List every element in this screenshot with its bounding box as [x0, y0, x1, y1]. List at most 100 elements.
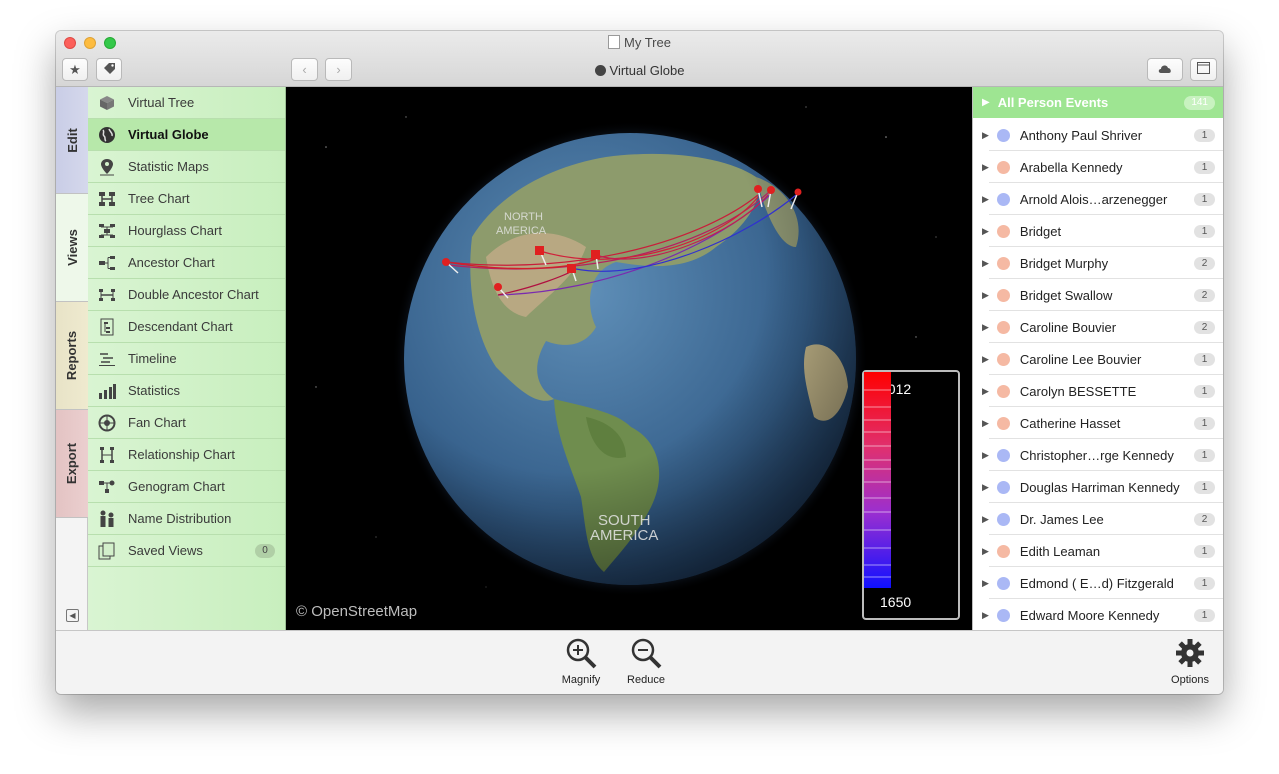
disclosure-triangle-icon[interactable]: ▶: [982, 322, 989, 333]
person-name: Bridget Swallow: [1019, 287, 1113, 303]
globe-icon: [594, 65, 606, 76]
disclosure-triangle-icon[interactable]: ▶: [982, 578, 989, 589]
person-row[interactable]: ▶ Catherine Hasset 1: [973, 407, 1223, 439]
window-title: My Tree: [56, 35, 1223, 50]
sidebar-item-label: Relationship Chart: [128, 447, 235, 462]
sidebar-item-label: Timeline: [128, 351, 177, 366]
sidebar-item-label: Genogram Chart: [128, 479, 225, 494]
tab-reports[interactable]: Reports: [56, 302, 88, 410]
disclosure-triangle-icon[interactable]: ▶: [982, 450, 989, 461]
disclosure-triangle-icon[interactable]: ▶: [982, 226, 989, 237]
sidebar-item-name-distribution[interactable]: Name Distribution: [88, 503, 285, 535]
person-row[interactable]: ▶ Christopher…rge Kennedy 1: [973, 439, 1223, 471]
person-row[interactable]: ▶ Edward Moore Kennedy 1: [973, 599, 1223, 631]
sidebar-item-fan-chart[interactable]: Fan Chart: [88, 407, 285, 439]
sidebar-item-label: Hourglass Chart: [128, 223, 222, 238]
person-name: Bridget Murphy: [1019, 255, 1109, 271]
person-row[interactable]: ▶ Caroline Bouvier 2: [973, 311, 1223, 343]
all-person-events-row[interactable]: ▶ All Person Events 141: [973, 87, 1223, 118]
reduce-label: Reduce: [627, 674, 665, 686]
descendant-chart-icon: [97, 317, 117, 337]
disclosure-triangle-icon[interactable]: ▶: [982, 97, 990, 108]
sidebar-item-hourglass-chart[interactable]: Hourglass Chart: [88, 215, 285, 247]
sidebar-item-ancestor-chart[interactable]: Ancestor Chart: [88, 247, 285, 279]
sidebar-item-label: Saved Views: [128, 543, 203, 558]
disclosure-triangle-icon[interactable]: ▶: [982, 354, 989, 365]
tab-export[interactable]: Export: [56, 410, 88, 518]
sidebar-item-label: Double Ancestor Chart: [128, 287, 259, 302]
continent-label-south-america: AMERICA: [590, 527, 658, 544]
sidebar-item-label: Statistic Maps: [128, 159, 209, 174]
continent-label-america: AMERICA: [496, 225, 547, 237]
person-row[interactable]: ▶ Edith Leaman 1: [973, 535, 1223, 567]
cloud-button[interactable]: [1147, 58, 1183, 81]
genogram-chart-icon: [97, 477, 117, 497]
bottom-toolbar: Magnify Reduce Options: [56, 630, 1223, 694]
sidebar-item-double-ancestor-chart[interactable]: Double Ancestor Chart: [88, 279, 285, 311]
sidebar-item-saved-views[interactable]: Saved Views 0: [88, 535, 285, 567]
toggle-panel-button[interactable]: [1190, 58, 1217, 81]
magnify-button[interactable]: Magnify: [551, 637, 611, 686]
disclosure-triangle-icon[interactable]: ▶: [982, 418, 989, 429]
triangle-left-icon: ◀: [69, 611, 76, 620]
male-indicator-icon: [996, 512, 1010, 526]
person-row[interactable]: ▶ Anthony Paul Shriver 1: [973, 119, 1223, 151]
sidebar-item-virtual-globe[interactable]: Virtual Globe: [88, 119, 285, 151]
sidebar-item-statistic-maps[interactable]: Statistic Maps: [88, 151, 285, 183]
title-bar: My Tree ★ ‹ › Virtual Globe: [56, 31, 1223, 87]
person-row[interactable]: ▶ Bridget Murphy 2: [973, 247, 1223, 279]
event-count-badge: 1: [1194, 577, 1215, 590]
all-person-events-label: All Person Events: [997, 95, 1109, 110]
cloud-icon: [1157, 62, 1173, 77]
disclosure-triangle-icon[interactable]: ▶: [982, 386, 989, 397]
reduce-button[interactable]: Reduce: [616, 637, 676, 686]
female-indicator-icon: [996, 416, 1010, 430]
sidebar-item-genogram-chart[interactable]: Genogram Chart: [88, 471, 285, 503]
disclosure-triangle-icon[interactable]: ▶: [982, 162, 989, 173]
person-row[interactable]: ▶ Bridget 1: [973, 215, 1223, 247]
person-row[interactable]: ▶ Arnold Alois…arzenegger 1: [973, 183, 1223, 215]
sidebar-item-descendant-chart[interactable]: Descendant Chart: [88, 311, 285, 343]
disclosure-triangle-icon[interactable]: ▶: [982, 514, 989, 525]
sidebar-item-timeline[interactable]: Timeline: [88, 343, 285, 375]
disclosure-triangle-icon[interactable]: ▶: [982, 290, 989, 301]
person-row[interactable]: ▶ Carolyn BESSETTE 1: [973, 375, 1223, 407]
disclosure-triangle-icon[interactable]: ▶: [982, 546, 989, 557]
person-row[interactable]: ▶ Bridget Swallow 2: [973, 279, 1223, 311]
disclosure-triangle-icon[interactable]: ▶: [982, 130, 989, 141]
person-name: Carolyn BESSETTE: [1019, 383, 1137, 399]
year-legend: 2012 1650: [862, 370, 960, 620]
disclosure-triangle-icon[interactable]: ▶: [982, 258, 989, 269]
person-row[interactable]: ▶ Caroline Lee Bouvier 1: [973, 343, 1223, 375]
statistics-icon: [97, 381, 117, 401]
person-row[interactable]: ▶ Arabella Kennedy 1: [973, 151, 1223, 183]
disclosure-triangle-icon[interactable]: ▶: [982, 482, 989, 493]
globe-icon: [97, 125, 117, 145]
collapse-sidebar-button[interactable]: ◀: [66, 609, 79, 622]
ancestor-chart-icon: [97, 253, 117, 273]
tab-edit[interactable]: Edit: [56, 87, 88, 194]
event-count-badge: 1: [1194, 417, 1215, 430]
tab-views[interactable]: Views: [56, 194, 88, 302]
sidebar-item-tree-chart[interactable]: Tree Chart: [88, 183, 285, 215]
person-row[interactable]: ▶ Douglas Harriman Kennedy 1: [973, 471, 1223, 503]
virtual-globe-map[interactable]: NORTH AMERICA SOUTH AMERICA © OpenStreet…: [286, 87, 972, 630]
sidebar-item-statistics[interactable]: Statistics: [88, 375, 285, 407]
options-button[interactable]: Options: [1160, 637, 1220, 686]
zoom-in-icon: [551, 637, 611, 669]
male-indicator-icon: [996, 608, 1010, 622]
person-name: Caroline Lee Bouvier: [1019, 351, 1142, 367]
event-count-badge: 1: [1194, 225, 1215, 238]
view-title-text: Virtual Globe: [609, 63, 685, 78]
disclosure-triangle-icon[interactable]: ▶: [982, 610, 989, 621]
person-row[interactable]: ▶ Edmond ( E…d) Fitzgerald 1: [973, 567, 1223, 599]
sidebar-item-virtual-tree[interactable]: Virtual Tree: [88, 87, 285, 119]
person-row[interactable]: ▶ Dr. James Lee 2: [973, 503, 1223, 535]
disclosure-triangle-icon[interactable]: ▶: [982, 194, 989, 205]
male-indicator-icon: [996, 480, 1010, 494]
sidebar-item-relationship-chart[interactable]: Relationship Chart: [88, 439, 285, 471]
saved-views-icon: [97, 541, 117, 561]
sidebar-item-label: Ancestor Chart: [128, 255, 215, 270]
side-tabs: Edit Views Reports Export ◀: [56, 87, 88, 630]
sidebar-item-label: Name Distribution: [128, 511, 232, 526]
